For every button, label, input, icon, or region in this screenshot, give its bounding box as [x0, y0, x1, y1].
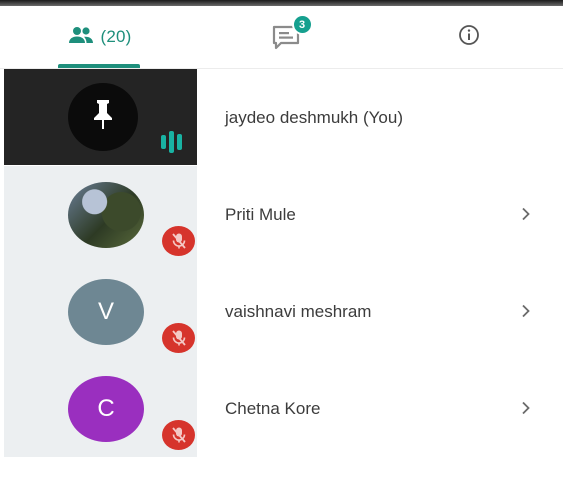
- pin-icon: [88, 97, 118, 138]
- participants-list: jaydeo deshmukh (You) Priti Mule V vaish…: [0, 69, 563, 457]
- chat-icon: [271, 25, 305, 55]
- tab-people[interactable]: (20): [0, 6, 200, 68]
- participant-count: (20): [100, 27, 132, 46]
- mic-off-icon: [162, 226, 195, 256]
- video-tile: [4, 69, 197, 165]
- participant-row[interactable]: V vaishnavi meshram: [0, 263, 563, 360]
- avatar: C: [68, 376, 144, 442]
- participant-row[interactable]: C Chetna Kore: [0, 360, 563, 457]
- speaking-indicator-icon: [161, 131, 182, 153]
- video-tile: C: [4, 360, 197, 457]
- mic-off-icon: [162, 420, 195, 450]
- participant-row-self[interactable]: jaydeo deshmukh (You): [0, 69, 563, 166]
- video-tile: [4, 166, 197, 263]
- video-tile: V: [4, 263, 197, 360]
- avatar: [68, 83, 138, 151]
- tab-chat[interactable]: 3: [200, 6, 375, 68]
- participant-name: Chetna Kore: [225, 398, 321, 418]
- avatar: [68, 182, 144, 248]
- tab-info[interactable]: [375, 6, 563, 68]
- tab-bar: (20) 3: [0, 6, 563, 69]
- mic-off-icon: [162, 323, 195, 353]
- chevron-right-icon[interactable]: [509, 197, 543, 231]
- unread-badge: 3: [291, 14, 313, 35]
- participant-row[interactable]: Priti Mule: [0, 166, 563, 263]
- avatar: V: [68, 279, 144, 345]
- participant-name: Priti Mule: [225, 204, 296, 224]
- chevron-right-icon[interactable]: [509, 391, 543, 425]
- active-tab-indicator: [58, 64, 140, 68]
- info-icon: [458, 24, 480, 51]
- participant-name: jaydeo deshmukh (You): [225, 107, 403, 127]
- participant-name: vaishnavi meshram: [225, 301, 372, 321]
- people-icon: [68, 26, 94, 49]
- chevron-right-icon[interactable]: [509, 294, 543, 328]
